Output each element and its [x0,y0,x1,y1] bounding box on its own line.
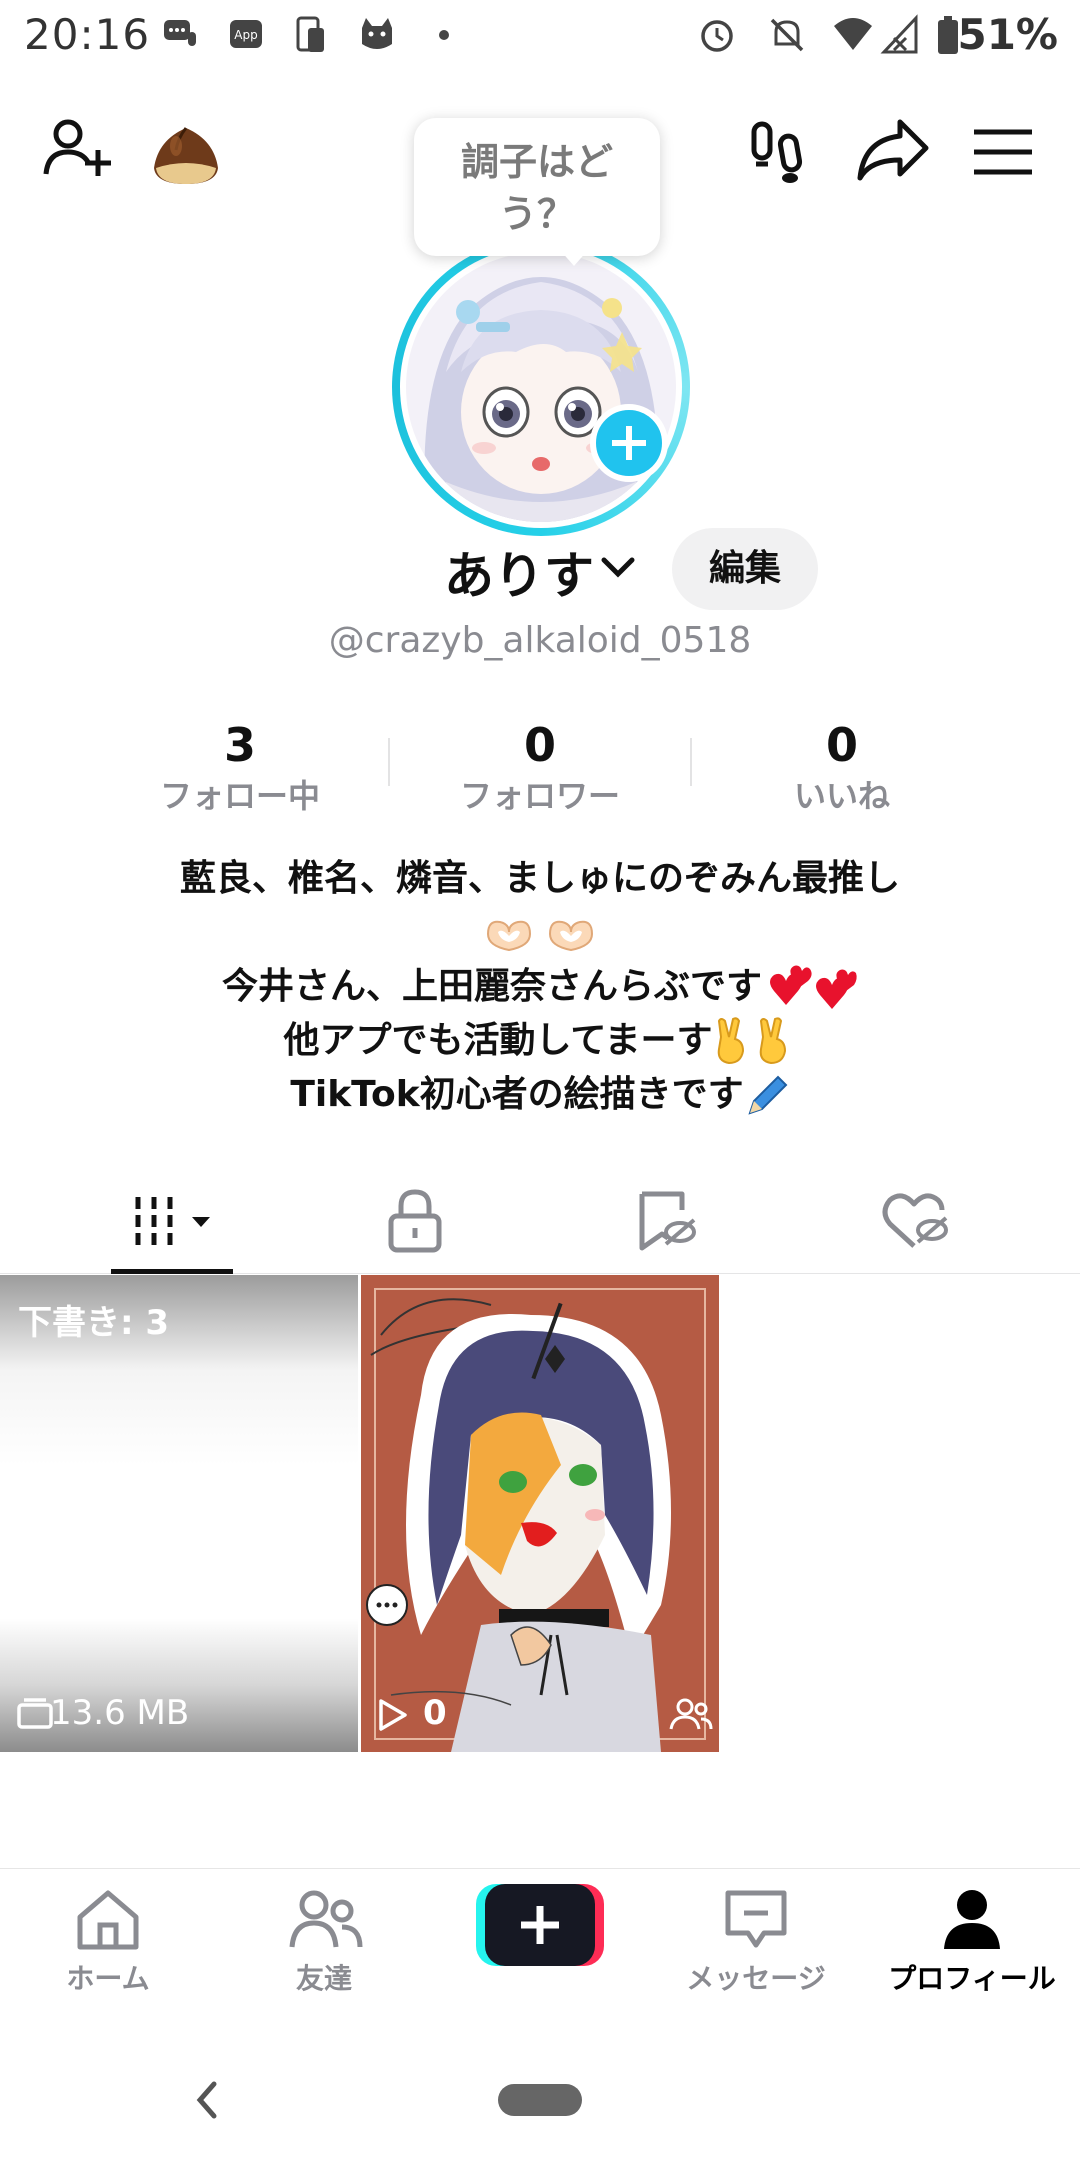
plus-icon [612,426,646,460]
person-add-icon[interactable] [42,114,114,186]
lock-icon [388,1189,442,1253]
nav-inbox[interactable]: メッセージ [648,1869,864,2011]
grid-icon [135,1197,210,1245]
system-navigation-bar [0,2010,1080,2160]
stat-likes-label: いいね [793,777,890,815]
bio-line-2 [0,906,1080,960]
share-arrow-icon[interactable] [856,116,932,184]
person-icon [944,1890,1000,1949]
dot-icon [439,30,449,40]
two-hearts-icon [770,965,857,1009]
status-time: 20:16 [24,10,151,59]
create-video-button[interactable] [476,1884,604,1970]
stat-following-label: フォロー中 [159,777,320,815]
edit-profile-button[interactable]: 編集 [672,528,818,610]
heart-hands-icon [486,920,531,952]
nav-profile[interactable]: プロフィール [864,1869,1080,2011]
bio-line-5: TikTok初心者の絵描きです [0,1068,1080,1122]
alarm-icon [701,20,733,52]
stat-divider [690,738,692,786]
hamburger-menu-icon[interactable] [972,128,1034,176]
play-icon [379,1699,407,1731]
stat-following[interactable]: 3 フォロー中 [120,718,360,820]
draft-size: 13.6 MB [50,1693,190,1733]
heart-hidden-icon [882,1193,948,1248]
footprints-icon[interactable] [746,118,812,186]
stat-likes-value: 0 [825,718,858,772]
add-avatar-button[interactable] [590,404,668,482]
svg-text:App: App [234,28,257,42]
video-thumbnail[interactable]: 0 [361,1275,719,1752]
app-icon: App [230,20,262,48]
play-count: 0 [423,1693,447,1733]
profile-tabs [0,1168,1080,1274]
video-artwork [361,1275,719,1752]
draft-count-label: 下書き: 3 [18,1303,170,1343]
friends-visibility-icon [669,1698,713,1730]
avatar-illustration [406,252,676,522]
profile-bio: 藍良、椎名、燐音、ましゅにのぞみん最推し 今井さん、上田麗奈さんらぶです 他アプ… [0,852,1080,1122]
folder-icon [17,1698,53,1729]
bookmark-hidden-icon [639,1191,696,1251]
bubble-tail [560,250,588,266]
tab-active-indicator [111,1269,233,1274]
victory-hands-icon [717,1017,786,1065]
stat-followers[interactable]: 0 フォロワー [420,718,660,820]
bubble-text-line1: 調子はど [460,140,613,184]
bubble-text-line2: う？ [498,192,575,236]
nav-friends[interactable]: 友達 [216,1869,432,2011]
nav-home[interactable]: ホーム [0,1869,216,2011]
friends-icon [289,1890,363,1948]
signal-icon [880,14,918,54]
stat-likes[interactable]: 0 いいね [722,718,962,820]
home-pill-handle[interactable] [498,2084,582,2116]
chat-bubble-icon [164,20,196,46]
bio-line-3-text: 今井さん、上田麗奈さんらぶです [221,966,762,1007]
draft-cell[interactable]: 下書き: 3 13.6 MB [0,1275,358,1752]
nav-profile-label: プロフィール [888,1962,1056,1995]
tab-saved[interactable] [530,1168,800,1274]
message-icon [725,1890,787,1948]
status-bar: 20:16 App 51% [0,0,1080,76]
wifi-icon [834,18,872,50]
battery-percent: 51% [957,10,1058,59]
nav-friends-label: 友達 [295,1962,352,1995]
bio-line-1: 藍良、椎名、燐音、ましゅにのぞみん最推し [179,858,900,899]
bio-line-4-text: 他アプでも活動してまーす [283,1020,713,1061]
phone-tablet-icon [296,16,324,52]
bio-line-4: 他アプでも活動してまーす [0,1014,1080,1068]
stat-divider [388,738,390,786]
mute-bell-icon [770,18,804,52]
tab-private[interactable] [280,1168,550,1274]
stat-following-value: 3 [223,718,256,772]
bio-line-3: 今井さん、上田麗奈さんらぶです [0,960,1080,1014]
stat-followers-value: 0 [523,718,556,772]
user-handle: @crazyb_alkaloid_0518 [328,620,752,661]
profile-avatar[interactable] [392,238,690,536]
tab-videos-grid[interactable] [40,1168,310,1274]
tab-liked[interactable] [780,1168,1050,1274]
stat-followers-label: フォロワー [459,777,620,815]
cat-icon [362,18,392,49]
bio-line-5-text: TikTok初心者の絵描きです [290,1074,744,1115]
chestnut-icon[interactable] [148,124,224,188]
nav-inbox-label: メッセージ [686,1962,826,1995]
heart-hands-icon [549,920,594,952]
back-icon[interactable] [192,2078,222,2122]
username[interactable]: ありす [444,536,594,608]
status-bubble[interactable]: 調子はど う？ [414,118,660,256]
pen-icon [748,1075,788,1115]
chevron-down-icon[interactable] [600,552,636,582]
stats-row: 3 フォロー中 0 フォロワー 0 いいね [0,718,1080,828]
home-icon [77,1890,139,1950]
nav-home-label: ホーム [66,1962,150,1995]
